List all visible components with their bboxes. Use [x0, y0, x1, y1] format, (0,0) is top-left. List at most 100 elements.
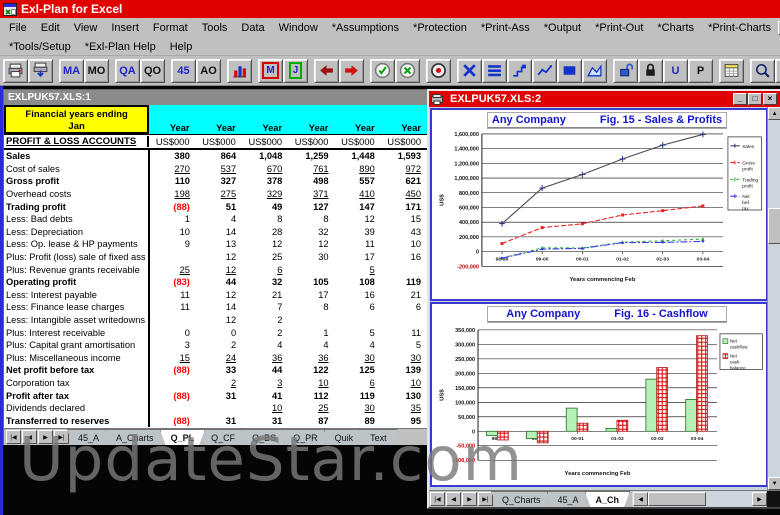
horizontal-scrollbar[interactable]: ◀▶ — [632, 491, 767, 507]
row-label[interactable]: Cost of sales — [4, 163, 150, 176]
45-col-report-button[interactable]: 45 — [171, 59, 196, 83]
tab-scroll-first-button[interactable]: |◀ — [430, 492, 445, 506]
cell-value[interactable]: 10 — [242, 403, 288, 413]
app-titlebar[interactable]: Exl-Plan for Excel — [0, 0, 780, 18]
cell-value[interactable]: 10 — [381, 239, 427, 249]
cell-value[interactable]: 10 — [288, 378, 334, 388]
cell-value[interactable]: 49 — [242, 202, 288, 212]
charts-button[interactable] — [227, 59, 252, 83]
cell-value[interactable]: 2 — [196, 378, 242, 388]
cell-value[interactable]: 1,593 — [381, 151, 427, 161]
cell-value[interactable]: 21 — [242, 290, 288, 300]
menu-item-help[interactable]: Help — [163, 40, 200, 54]
cell-value[interactable]: 761 — [288, 164, 334, 174]
sheet-tab-a-charts[interactable]: A_Charts — [105, 429, 165, 445]
cell-value[interactable]: 1,259 — [288, 151, 334, 161]
cell-value[interactable]: (88) — [150, 365, 196, 375]
cell-value[interactable]: 410 — [335, 189, 381, 199]
cell-value[interactable]: (88) — [150, 202, 196, 212]
cell-value[interactable]: 9 — [150, 239, 196, 249]
menu-item-edit[interactable]: Edit — [34, 21, 67, 35]
row-label[interactable]: Plus: Capital grant amortisation — [4, 339, 150, 352]
monthly-assumptions-button[interactable]: MA — [59, 59, 84, 83]
cell-value[interactable]: 270 — [150, 164, 196, 174]
menu-item-charts[interactable]: *Charts — [650, 21, 701, 35]
protect-all-button[interactable]: P — [688, 59, 713, 83]
sheet-tab-text[interactable]: Text — [359, 429, 398, 445]
back-button[interactable] — [314, 59, 339, 83]
cell-value[interactable]: 621 — [381, 176, 427, 186]
cell-value[interactable]: 30 — [335, 353, 381, 363]
cell-value[interactable]: 41 — [242, 391, 288, 401]
scroll-thumb[interactable] — [768, 208, 780, 244]
confirm-button[interactable] — [370, 59, 395, 83]
cell-value[interactable]: 112 — [288, 391, 334, 401]
cell-value[interactable]: 125 — [335, 365, 381, 375]
row-label[interactable]: Transferred to reserves — [4, 414, 150, 427]
row-label[interactable]: Less: Op. lease & HP payments — [4, 238, 150, 251]
year-column-header[interactable]: Year — [288, 105, 334, 134]
year-column-header[interactable]: Year — [242, 105, 288, 134]
cell-value[interactable]: 89 — [335, 416, 381, 426]
quarterly-output-button[interactable]: QO — [140, 59, 165, 83]
cell-value[interactable]: 6 — [335, 378, 381, 388]
row-label[interactable]: Overhead costs — [4, 188, 150, 201]
cell-value[interactable]: 36 — [242, 353, 288, 363]
section-title[interactable]: PROFIT & LOSS ACCOUNTS — [4, 136, 149, 147]
cell-value[interactable]: 10 — [381, 378, 427, 388]
row-label[interactable]: Gross profit — [4, 175, 150, 188]
cell-value[interactable]: 890 — [335, 164, 381, 174]
zoom-in-button[interactable] — [775, 59, 780, 83]
cell-value[interactable]: 28 — [242, 227, 288, 237]
charts-window-close-button[interactable]: × — [763, 93, 777, 105]
cell-value[interactable]: 17 — [288, 290, 334, 300]
cell-value[interactable]: 119 — [335, 391, 381, 401]
area-chart-button[interactable] — [582, 59, 607, 83]
cell-value[interactable]: 12 — [242, 239, 288, 249]
cell-value[interactable]: 2 — [242, 328, 288, 338]
sheet-tab-a-ch[interactable]: A_Ch — [585, 491, 631, 507]
cell-value[interactable]: 17 — [335, 252, 381, 262]
cell-value[interactable]: 1 — [150, 214, 196, 224]
line-chart-button[interactable] — [532, 59, 557, 83]
cell-value[interactable]: 30 — [335, 403, 381, 413]
year-column-header[interactable]: Year — [196, 105, 242, 134]
tab-scroll-next-button[interactable]: ▶ — [38, 430, 53, 444]
cell-value[interactable]: 25 — [150, 265, 196, 275]
cell-value[interactable]: 198 — [150, 189, 196, 199]
row-label[interactable]: Less: Intangible asset writedowns — [4, 314, 150, 327]
row-label[interactable]: Profit after tax — [4, 389, 150, 402]
row-label[interactable]: Less: Bad debts — [4, 213, 150, 226]
cell-value[interactable]: 7 — [242, 302, 288, 312]
cell-value[interactable]: 51 — [196, 202, 242, 212]
cell-value[interactable]: 31 — [196, 391, 242, 401]
clear-chart-button[interactable] — [457, 59, 482, 83]
cell-value[interactable]: 31 — [242, 416, 288, 426]
sheet-tab-quik[interactable]: Quik — [324, 429, 365, 445]
gridlines-button[interactable] — [482, 59, 507, 83]
hscroll-left-button[interactable]: ◀ — [633, 492, 648, 506]
cell-value[interactable]: 557 — [335, 176, 381, 186]
record-button[interactable] — [426, 59, 451, 83]
year-column-header[interactable]: Year — [381, 105, 427, 134]
cell-value[interactable]: 87 — [288, 416, 334, 426]
cell-value[interactable]: 119 — [381, 277, 427, 287]
cell-value[interactable]: 16 — [381, 252, 427, 262]
cell-value[interactable]: 110 — [150, 176, 196, 186]
annual-output-button[interactable]: AO — [196, 59, 221, 83]
cell-value[interactable]: 139 — [381, 365, 427, 375]
sheet-tab-45-a[interactable]: 45_A — [547, 491, 590, 507]
cell-value[interactable]: 8 — [288, 302, 334, 312]
menu-item-tools-setup[interactable]: *Tools/Setup — [2, 40, 78, 54]
menu-item-view[interactable]: View — [67, 21, 105, 35]
sheet-tab-45-a[interactable]: 45_A — [67, 429, 110, 445]
cell-value[interactable]: 450 — [381, 189, 427, 199]
cell-value[interactable]: 378 — [242, 176, 288, 186]
year-column-header[interactable]: Year — [334, 105, 380, 134]
cell-value[interactable]: 127 — [288, 202, 334, 212]
cell-value[interactable]: 43 — [381, 227, 427, 237]
sheet-tab-q-pr[interactable]: Q_PR — [282, 429, 329, 445]
cell-value[interactable]: 1,448 — [335, 151, 381, 161]
menu-item-print-ass[interactable]: *Print-Ass — [474, 21, 537, 35]
cell-value[interactable]: 14 — [196, 302, 242, 312]
